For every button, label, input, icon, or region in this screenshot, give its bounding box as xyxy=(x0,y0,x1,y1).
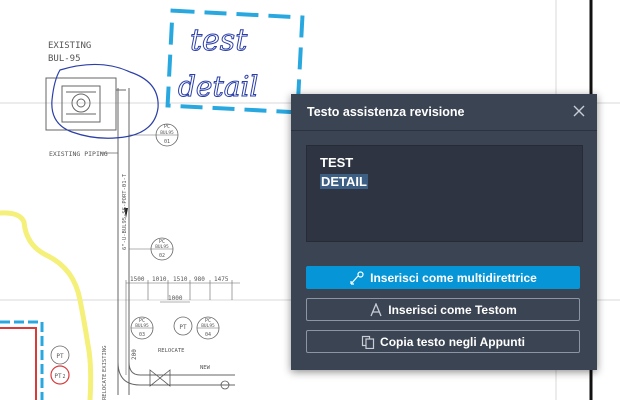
pressure-tag: PT xyxy=(173,316,193,336)
svg-text:PT: PT xyxy=(56,353,64,360)
valve-symbol xyxy=(149,369,230,390)
dim-200: 200 xyxy=(131,349,138,360)
relocate-label: RELOCATE xyxy=(158,348,185,354)
existing-vertical-label: EXISTING xyxy=(102,346,108,373)
dim-1010: 1010 xyxy=(152,276,167,283)
dim-980: 980 xyxy=(194,276,205,283)
pipe-tag-02: PC BUL95 02 xyxy=(150,237,174,261)
close-icon[interactable] xyxy=(571,103,587,119)
insert-as-mtext-label: Inserisci come Testom xyxy=(388,302,517,317)
pipe-tag-04: PC BUL95 04 xyxy=(196,316,220,340)
dim-1475: 1475 xyxy=(214,276,229,283)
insert-as-leader-label: Inserisci come multidirettrice xyxy=(370,270,537,285)
insert-as-leader-button[interactable]: Inserisci come multidirettrice xyxy=(306,266,580,289)
copy-to-clipboard-label: Copia testo negli Appunti xyxy=(380,334,525,349)
recognized-text-line: TEST xyxy=(320,155,354,170)
insert-as-mtext-button[interactable]: Inserisci come Testom xyxy=(306,298,580,321)
svg-text:BUL95: BUL95 xyxy=(201,323,215,329)
pipe-tag-03: PC BUL95 03 xyxy=(130,316,154,340)
relocate-vertical-label: RELOCATE xyxy=(102,374,108,400)
svg-text:PT: PT xyxy=(179,324,187,331)
recognized-text-field[interactable]: TEST DETAIL xyxy=(306,145,583,242)
existing-piping-label: EXISTING PIPING xyxy=(49,150,108,158)
svg-text:02: 02 xyxy=(159,253,165,259)
existing-label: EXISTING xyxy=(48,41,91,51)
copy-icon xyxy=(361,335,375,349)
dim-1000: 1000 xyxy=(168,295,183,302)
dim-1510: 1510 xyxy=(173,276,188,283)
markup-assist-dialog: Testo assistenza revisione TEST DETAIL I… xyxy=(291,94,597,370)
recognized-text-line-selected: DETAIL xyxy=(320,174,368,189)
svg-text:BUL95: BUL95 xyxy=(135,323,149,329)
new-label: NEW xyxy=(200,365,211,371)
svg-text:03: 03 xyxy=(139,332,145,338)
svg-text:2: 2 xyxy=(62,374,65,380)
dim-1500: 1500 xyxy=(130,276,145,283)
dialog-header[interactable]: Testo assistenza revisione xyxy=(291,94,597,131)
markup-cyan-box[interactable]: test detail xyxy=(165,8,305,115)
markup-yellow-highlight[interactable] xyxy=(0,210,94,400)
pipe-tag-01: PC BUL95 01 xyxy=(155,123,179,147)
svg-text:01: 01 xyxy=(164,139,170,145)
markup-blue-cloud[interactable] xyxy=(51,63,159,139)
svg-text:04: 04 xyxy=(205,332,211,338)
support-label: BUL-95 xyxy=(48,54,81,64)
handwritten-test: test xyxy=(190,23,248,58)
svg-text:BUL95: BUL95 xyxy=(160,130,174,136)
text-a-icon xyxy=(369,302,383,317)
dialog-title: Testo assistenza revisione xyxy=(307,105,465,119)
copy-to-clipboard-button[interactable]: Copia testo negli Appunti xyxy=(306,330,580,353)
svg-text:PC: PC xyxy=(164,124,170,130)
pipe-label: 6"-U-BUL95-SS-PORT-01-T xyxy=(122,173,128,250)
pipe-support xyxy=(45,77,117,131)
svg-text:PT: PT xyxy=(54,373,62,380)
svg-text:BUL95: BUL95 xyxy=(155,244,169,250)
handwritten-detail: detail xyxy=(178,70,258,103)
markup-rectangle-red[interactable] xyxy=(0,320,44,400)
instrument-pt: PT PT 2 xyxy=(50,345,70,385)
leader-icon xyxy=(349,270,365,285)
